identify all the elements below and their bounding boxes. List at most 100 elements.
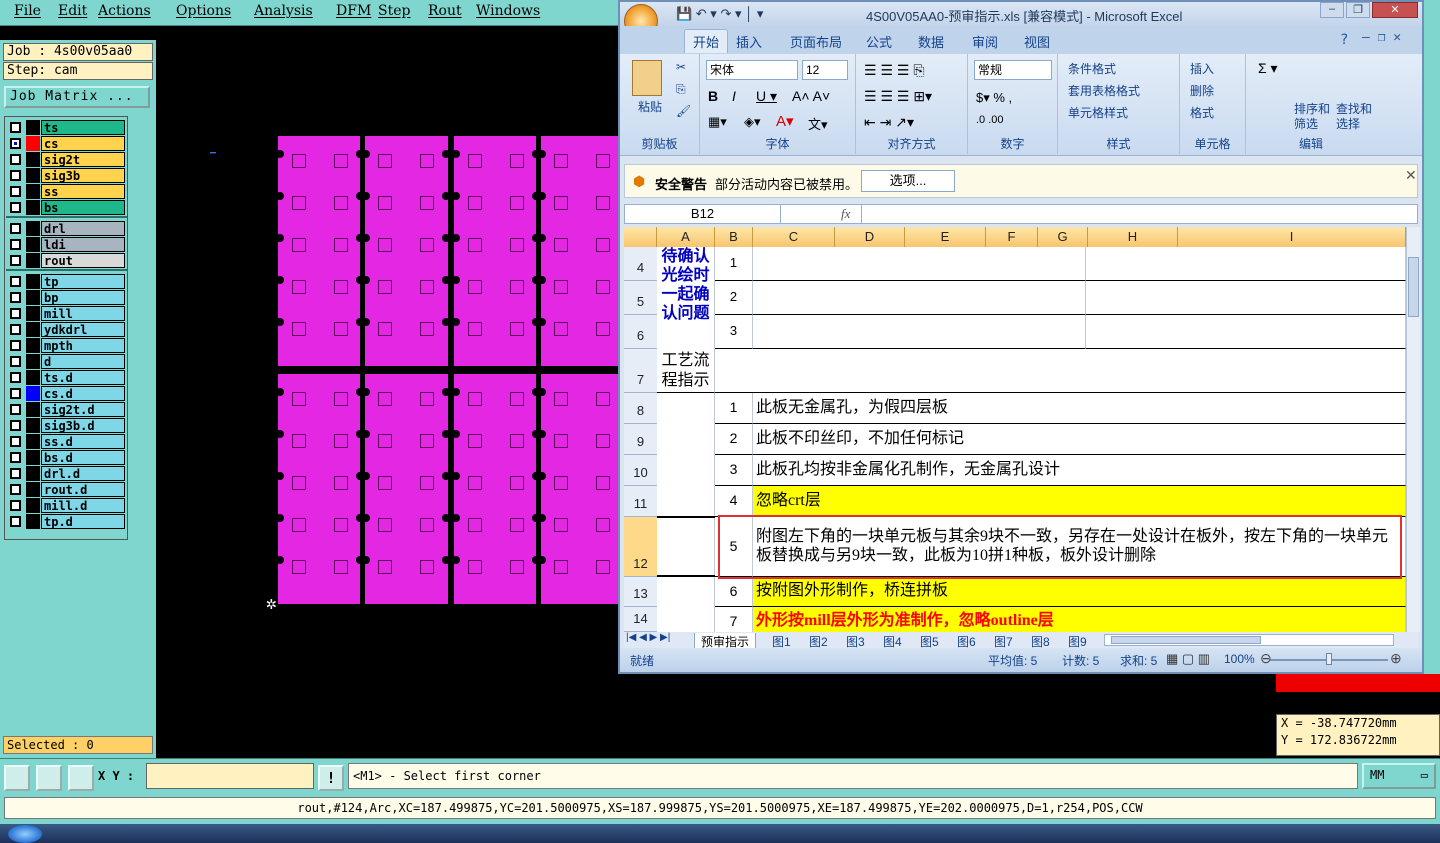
row-header[interactable]: 4 xyxy=(624,247,657,281)
layer-row[interactable]: tp.d xyxy=(6,514,127,529)
number-format-select[interactable]: 常规 xyxy=(974,60,1052,80)
item-number[interactable]: 2 xyxy=(715,424,753,455)
quick-access-icons[interactable]: 💾 ↶ ▾ ↷ ▾ │ ▾ xyxy=(676,6,763,22)
fill-color-icon[interactable]: ◈▾ xyxy=(744,114,761,130)
layer-color-swatch[interactable] xyxy=(26,434,40,449)
empty-cell[interactable] xyxy=(753,247,1086,281)
confirm-header[interactable]: 待确认光绘时一起确认问题 xyxy=(657,247,715,349)
item-text[interactable]: 附图左下角的一块单元板与其余9块不一致，另存在一处设计在板外，按左下角的一块单元… xyxy=(753,517,1406,577)
ribbon-tab[interactable]: 数据 xyxy=(918,32,944,51)
row-header[interactable]: 11 xyxy=(624,486,657,517)
vertical-scrollbar[interactable] xyxy=(1406,227,1420,632)
layer-color-swatch[interactable] xyxy=(26,120,40,135)
layer-name[interactable]: mpth xyxy=(41,338,125,353)
bold-button[interactable]: B xyxy=(708,88,718,104)
layer-color-swatch[interactable] xyxy=(26,253,40,268)
zoom-out-icon[interactable]: ⊖ xyxy=(1260,650,1272,667)
worksheet-grid[interactable]: A B C D E F G H I 4 5 6 7 8 9 10 11 12 13 14 待确认光绘时一起确认问题 1 2 3… xyxy=(624,227,1406,632)
layer-color-swatch[interactable] xyxy=(26,237,40,252)
job-matrix-button[interactable]: Job Matrix ... xyxy=(4,86,150,108)
layer-checkbox[interactable] xyxy=(10,372,21,383)
layer-color-swatch[interactable] xyxy=(26,418,40,433)
column-header[interactable]: F xyxy=(986,227,1038,247)
horizontal-scrollbar[interactable] xyxy=(1104,634,1394,646)
align-horizontal-icons[interactable]: ☰ ☰ ☰ ⊞▾ xyxy=(864,88,932,105)
layer-color-swatch[interactable] xyxy=(26,322,40,337)
row-header[interactable]: 8 xyxy=(624,393,657,424)
layer-name[interactable]: bp xyxy=(41,290,125,305)
layer-color-swatch[interactable] xyxy=(26,152,40,167)
layer-row[interactable]: sig2t xyxy=(6,152,127,167)
decimal-icons[interactable]: .0 .00 xyxy=(976,114,1004,126)
font-grow-icon[interactable]: A˄ A˅ xyxy=(792,88,830,104)
item-number[interactable]: 5 xyxy=(715,517,753,577)
ribbon-tab[interactable]: 审阅 xyxy=(972,32,998,51)
row-header[interactable]: 6 xyxy=(624,315,657,349)
layer-color-swatch[interactable] xyxy=(26,338,40,353)
item-number[interactable]: 3 xyxy=(715,455,753,486)
layer-checkbox[interactable] xyxy=(10,276,21,287)
number-format-icons[interactable]: $▾ % , xyxy=(976,90,1012,106)
row-header[interactable]: 12 xyxy=(624,517,657,577)
item-text[interactable]: 此板不印丝印，不加任何标记 xyxy=(753,424,1406,455)
close-button[interactable]: ✕ xyxy=(1372,2,1418,18)
layer-name[interactable]: rout xyxy=(41,253,125,268)
find-select-button[interactable]: 查找和 选择 xyxy=(1336,102,1372,132)
layer-name[interactable]: bs xyxy=(41,200,125,215)
ribbon-tab[interactable]: 页面布局 xyxy=(790,32,842,51)
layer-checkbox[interactable] xyxy=(10,239,21,250)
layer-name[interactable]: cs.d xyxy=(41,386,125,401)
layer-row[interactable]: drl xyxy=(6,221,127,236)
fx-icon[interactable]: fx xyxy=(841,206,850,222)
angle-tool-icon[interactable] xyxy=(36,765,62,791)
units-select[interactable]: MM ▭ xyxy=(1362,763,1436,789)
layer-row[interactable]: tp xyxy=(6,274,127,289)
layer-color-swatch[interactable] xyxy=(26,514,40,529)
item-number[interactable]: 6 xyxy=(715,577,753,607)
layer-checkbox[interactable] xyxy=(10,324,21,335)
ribbon-min-icon[interactable]: – ❐ ✕ xyxy=(1362,30,1401,45)
layer-color-swatch[interactable] xyxy=(26,370,40,385)
layer-row[interactable]: ss.d xyxy=(6,434,127,449)
layer-name[interactable]: tp.d xyxy=(41,514,125,529)
layer-name[interactable]: bs.d xyxy=(41,450,125,465)
row-header[interactable]: 14 xyxy=(624,607,657,632)
format-painter-icon[interactable]: 🖌 xyxy=(676,104,691,118)
layer-row[interactable]: d xyxy=(6,354,127,369)
view-icons[interactable]: ▦ ▢ ▥ xyxy=(1166,651,1210,667)
layer-checkbox[interactable] xyxy=(10,484,21,495)
layer-row[interactable]: ydkdrl xyxy=(6,322,127,337)
layer-color-swatch[interactable] xyxy=(26,200,40,215)
layer-row[interactable]: mpth xyxy=(6,338,127,353)
layer-color-swatch[interactable] xyxy=(26,136,40,151)
item-text[interactable]: 此板无金属孔，为假四层板 xyxy=(753,393,1406,424)
menu-file[interactable]: File xyxy=(14,3,41,19)
layer-name[interactable]: drl.d xyxy=(41,466,125,481)
layer-row[interactable]: sig2t.d xyxy=(6,402,127,417)
layer-name[interactable]: drl xyxy=(41,221,125,236)
row-header[interactable]: 9 xyxy=(624,424,657,455)
layer-name[interactable]: ss xyxy=(41,184,125,199)
italic-button[interactable]: I xyxy=(732,88,736,104)
layer-name[interactable]: sig3b xyxy=(41,168,125,183)
layer-name[interactable]: ldi xyxy=(41,237,125,252)
layer-checkbox[interactable] xyxy=(10,436,21,447)
menu-options[interactable]: Options xyxy=(176,3,231,19)
empty-cell[interactable] xyxy=(1086,281,1406,315)
zoom-handle[interactable] xyxy=(1326,653,1332,665)
layer-row[interactable]: ss xyxy=(6,184,127,199)
menu-step[interactable]: Step xyxy=(378,3,410,19)
ribbon-tab[interactable]: 开始 xyxy=(684,29,729,53)
column-header[interactable]: I xyxy=(1178,227,1406,247)
help-icon[interactable]: ? xyxy=(1340,32,1348,48)
empty-cell[interactable] xyxy=(657,393,715,632)
layer-color-swatch[interactable] xyxy=(26,274,40,289)
menu-windows[interactable]: Windows xyxy=(476,3,540,19)
zoom-in-icon[interactable]: ⊕ xyxy=(1390,650,1402,667)
select-all[interactable] xyxy=(624,227,657,247)
layer-name[interactable]: sig3b.d xyxy=(41,418,125,433)
layer-name[interactable]: ydkdrl xyxy=(41,322,125,337)
layer-row[interactable]: drl.d xyxy=(6,466,127,481)
empty-cell[interactable] xyxy=(1086,247,1406,281)
layer-checkbox[interactable] xyxy=(10,138,21,149)
